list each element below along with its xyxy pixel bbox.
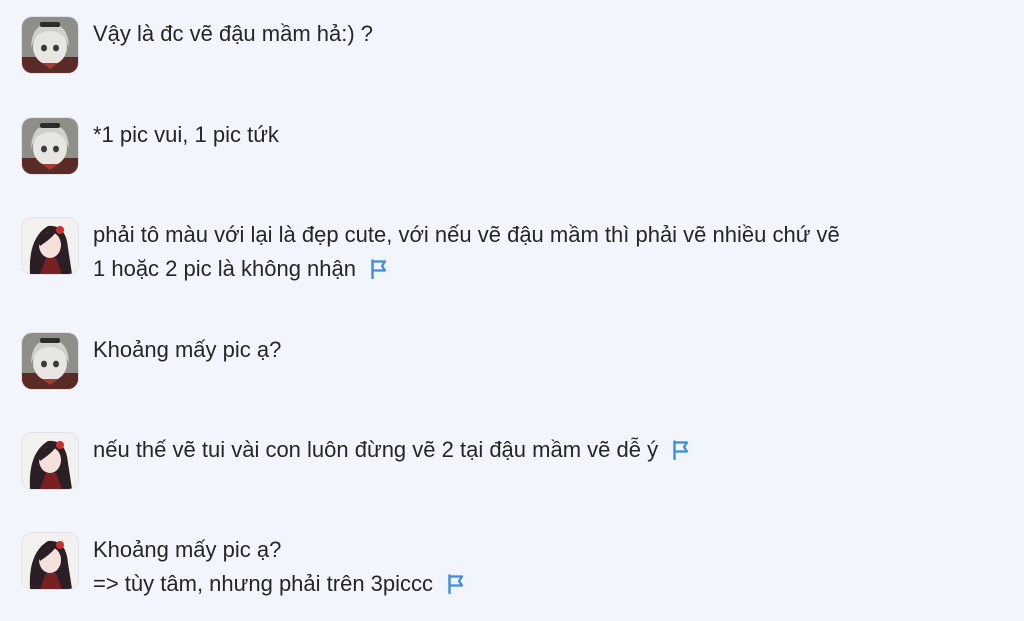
flag-icon[interactable] — [447, 570, 465, 604]
message-text: nếu thế vẽ tui vài con luôn đừng vẽ 2 tạ… — [93, 433, 1014, 470]
avatar[interactable] — [22, 218, 78, 274]
message-text: Khoảng mấy pic ạ? — [93, 333, 1014, 367]
flag-icon[interactable] — [672, 436, 690, 470]
message-text: phải tô màu với lại là đẹp cute, với nếu… — [93, 218, 1014, 289]
message-line-last: nếu thế vẽ tui vài con luôn đừng vẽ 2 tạ… — [93, 433, 1014, 470]
avatar[interactable] — [22, 118, 78, 174]
flag-icon[interactable] — [370, 255, 388, 289]
message-text: *1 pic vui, 1 pic tứk — [93, 118, 1014, 152]
message-line: => tùy tâm, nhưng phải trên 3piccc — [93, 571, 434, 596]
message-line-last: 1 hoặc 2 pic là không nhận — [93, 252, 1014, 289]
message-line: 1 hoặc 2 pic là không nhận — [93, 256, 356, 281]
message-line: phải tô màu với lại là đẹp cute, với nếu… — [93, 222, 840, 247]
avatar[interactable] — [22, 533, 78, 589]
message-text: Vậy là đc vẽ đậu mầm hả:) ? — [93, 17, 1014, 51]
message-line: Khoảng mấy pic ạ? — [93, 537, 282, 562]
avatar[interactable] — [22, 433, 78, 489]
avatar[interactable] — [22, 333, 78, 389]
message-line: nếu thế vẽ tui vài con luôn đừng vẽ 2 tạ… — [93, 437, 659, 462]
message-line: Khoảng mấy pic ạ? — [93, 337, 282, 362]
message-line-last: => tùy tâm, nhưng phải trên 3piccc — [93, 567, 1014, 604]
message-text: Khoảng mấy pic ạ? => tùy tâm, nhưng phải… — [93, 533, 1014, 604]
message-line: *1 pic vui, 1 pic tứk — [93, 122, 279, 147]
message-line: Vậy là đc vẽ đậu mầm hả:) ? — [93, 21, 374, 46]
avatar[interactable] — [22, 17, 78, 73]
